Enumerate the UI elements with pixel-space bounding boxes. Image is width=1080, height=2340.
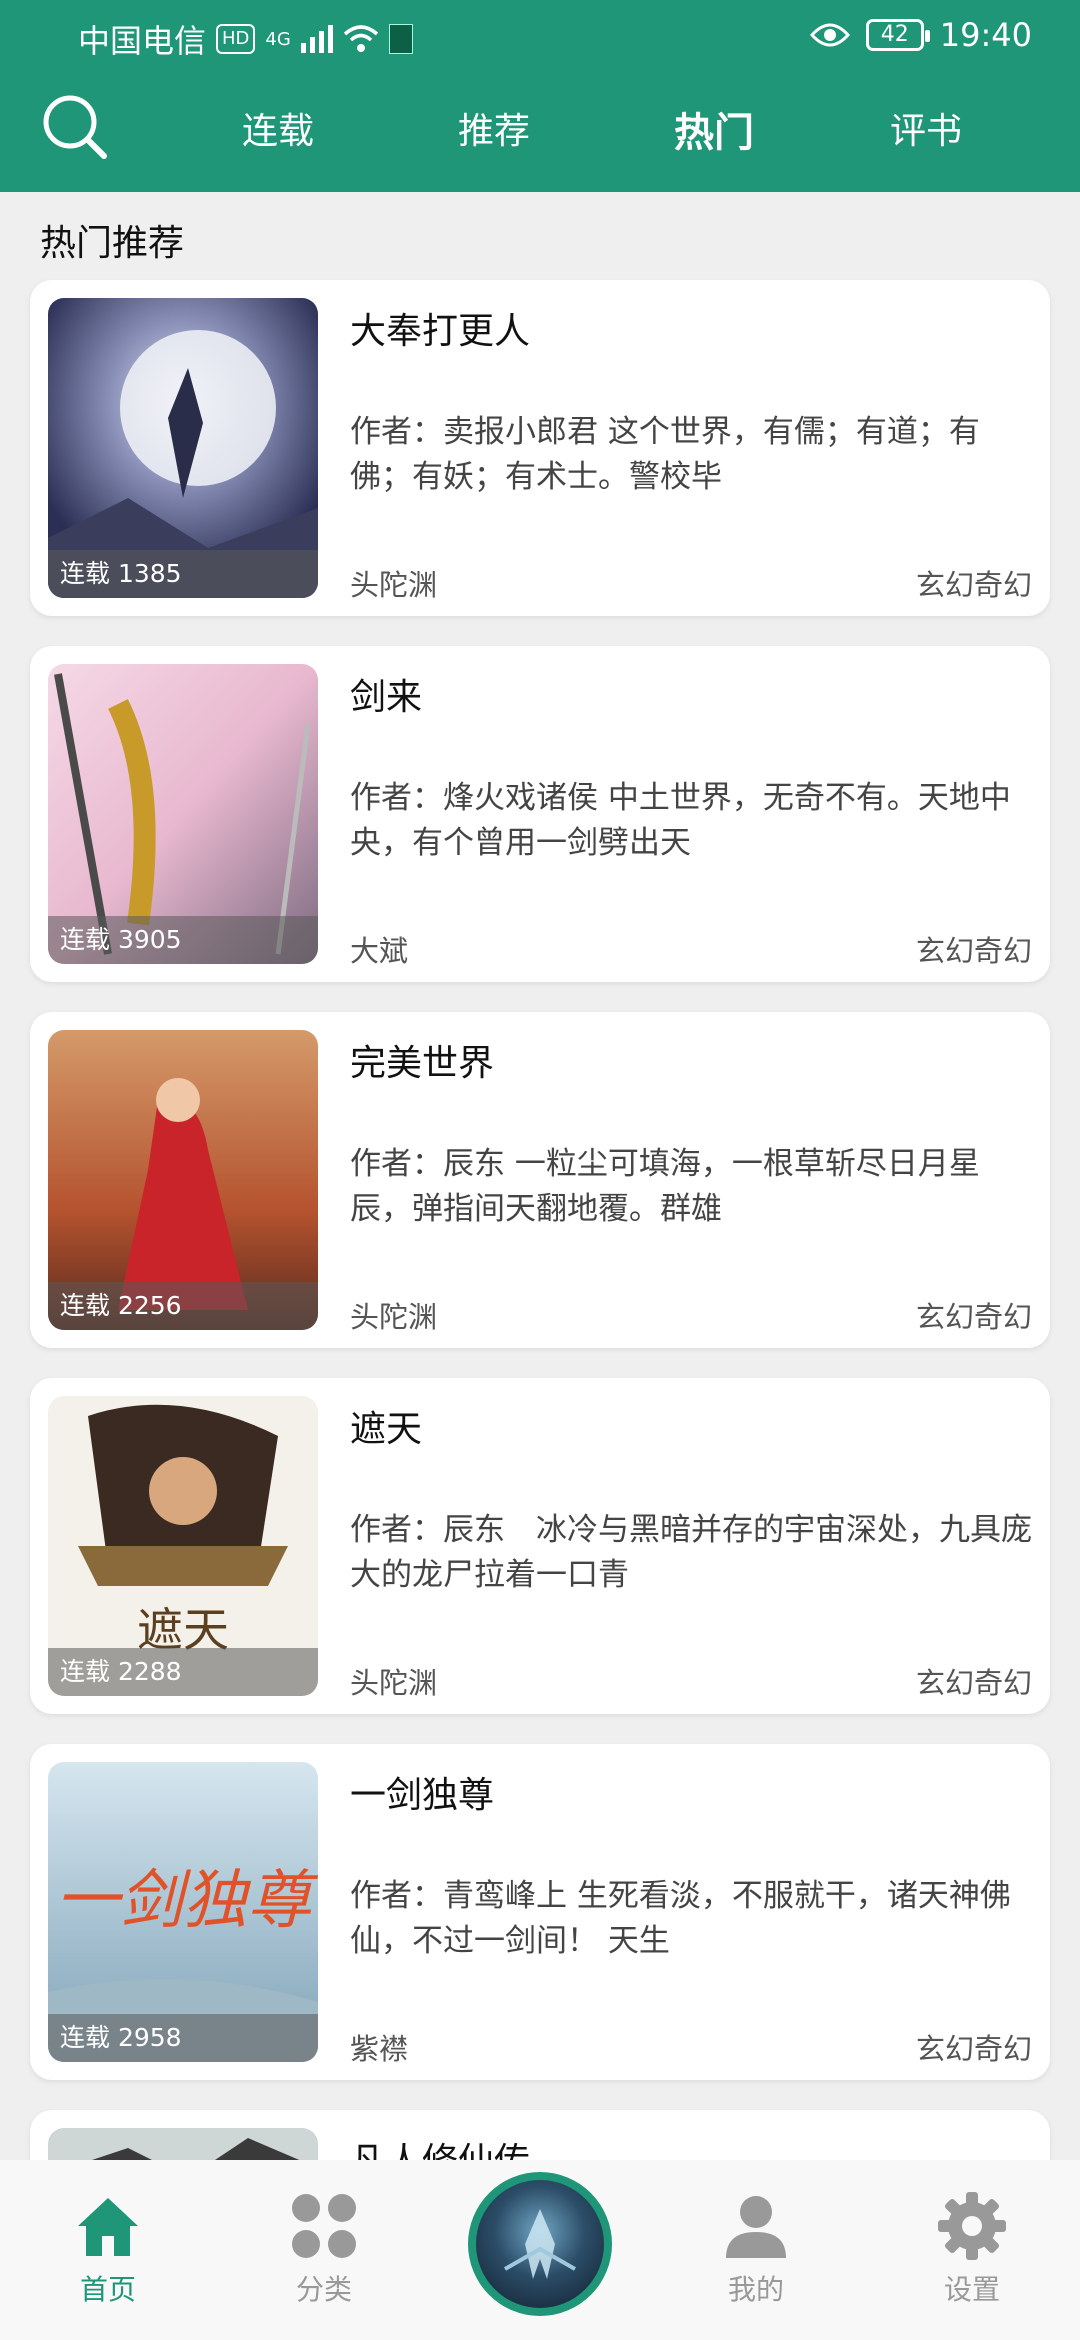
- notification-icon: [388, 24, 413, 54]
- book-cover: 连载 3905: [48, 664, 318, 964]
- status-left: 中国电信 HD 4G: [78, 16, 413, 62]
- search-icon[interactable]: [40, 92, 108, 160]
- nav-settings-label: 设置: [943, 2273, 1000, 2306]
- book-source: 大斌: [350, 934, 409, 968]
- top-tab-bar: 连载 推荐 热门 评书: [0, 92, 1080, 172]
- book-card[interactable]: 连载 3905 剑来 作者：烽火戏诸侯 中土世界，无奇不有。天地中央，有个曾用一…: [30, 646, 1050, 982]
- app-header: 中国电信 HD 4G 42 19:40 连载 推荐 热门 评书: [0, 0, 1080, 192]
- nav-home[interactable]: 首页: [48, 2190, 168, 2308]
- book-description: 作者：烽火戏诸侯 中土世界，无奇不有。天地中央，有个曾用一剑劈出天: [350, 780, 1011, 861]
- book-source: 紫襟: [350, 2032, 409, 2066]
- wifi-icon: [343, 25, 378, 52]
- svg-text:一剑独尊: 一剑独尊: [55, 1864, 318, 1938]
- serial-status: 连载 1385: [48, 550, 318, 598]
- book-cover: 连载 2256: [48, 1030, 318, 1330]
- category-icon: [292, 2194, 356, 2258]
- bottom-nav: 首页 分类 我的 设置: [0, 2160, 1080, 2340]
- emblem-icon: [504, 2209, 576, 2279]
- book-title: 大奉打更人: [350, 311, 531, 352]
- book-description: 作者：青鸾峰上 生死看淡，不服就干，诸天神佛仙，不过一剑间！ 天生: [350, 1878, 1011, 1959]
- book-title: 剑来: [350, 677, 423, 718]
- hd-badge: HD: [216, 24, 256, 54]
- home-icon: [78, 2198, 138, 2256]
- book-description: 作者：辰东 一粒尘可填海，一根草斩尽日月星辰，弹指间天翻地覆。群雄: [350, 1146, 980, 1227]
- book-source: 头陀渊: [350, 1666, 438, 1700]
- status-bar: 中国电信 HD 4G 42 19:40: [0, 0, 1080, 72]
- section-title: 热门推荐: [40, 223, 185, 264]
- nav-category-label: 分类: [295, 2273, 352, 2306]
- book-card[interactable]: 连载 2256 完美世界 作者：辰东 一粒尘可填海，一根草斩尽日月星辰，弹指间天…: [30, 1012, 1050, 1348]
- book-title: 一剑独尊: [350, 1775, 495, 1816]
- book-genre: 玄幻奇幻: [915, 2032, 1032, 2066]
- nav-category[interactable]: 分类: [264, 2190, 384, 2308]
- nav-settings[interactable]: 设置: [912, 2190, 1032, 2308]
- status-right: 42 19:40: [809, 16, 1032, 54]
- network-type: 4G: [265, 28, 291, 50]
- eye-icon: [809, 23, 850, 47]
- book-description: 作者：辰东 冰冷与黑暗并存的宇宙深处，九具庞大的龙尸拉着一口青: [350, 1512, 1032, 1593]
- nav-mine[interactable]: 我的: [696, 2190, 816, 2308]
- tab-serial[interactable]: 连载: [242, 102, 314, 154]
- carrier-name: 中国电信: [78, 22, 207, 60]
- book-card[interactable]: 一剑独尊 连载 2958 一剑独尊 作者：青鸾峰上 生死看淡，不服就干，诸天神佛…: [30, 1744, 1050, 2080]
- book-card[interactable]: 连载 1385 大奉打更人 作者：卖报小郎君 这个世界，有儒；有道；有佛；有妖；…: [30, 280, 1050, 616]
- book-genre: 玄幻奇幻: [915, 934, 1032, 968]
- nav-mine-label: 我的: [727, 2273, 784, 2306]
- serial-status: 连载 2288: [48, 1648, 318, 1696]
- book-source: 头陀渊: [350, 1300, 438, 1334]
- now-playing-cover: [476, 2180, 604, 2308]
- tab-hot[interactable]: 热门: [674, 100, 754, 158]
- now-playing-button[interactable]: [468, 2172, 612, 2316]
- book-genre: 玄幻奇幻: [915, 568, 1032, 602]
- book-genre: 玄幻奇幻: [915, 1300, 1032, 1334]
- tab-recommend[interactable]: 推荐: [458, 102, 530, 154]
- book-genre: 玄幻奇幻: [915, 1666, 1032, 1700]
- serial-status: 连载 2256: [48, 1282, 318, 1330]
- gear-icon: [938, 2192, 1006, 2260]
- book-cover: 连载 1385: [48, 298, 318, 598]
- book-description: 作者：卖报小郎君 这个世界，有儒；有道；有佛；有妖；有术士。警校毕: [350, 414, 980, 495]
- book-source: 头陀渊: [350, 568, 438, 602]
- user-icon: [726, 2196, 786, 2258]
- book-title: 遮天: [350, 1409, 423, 1450]
- battery-icon: 42: [865, 19, 930, 51]
- serial-status: 连载 3905: [48, 916, 318, 964]
- book-title: 完美世界: [350, 1043, 495, 1084]
- book-cover: 遮天 连载 2288: [48, 1396, 318, 1696]
- tab-storytelling[interactable]: 评书: [890, 102, 962, 154]
- serial-status: 连载 2958: [48, 2014, 318, 2062]
- signal-icon: [300, 25, 333, 53]
- clock: 19:40: [939, 16, 1032, 54]
- book-card[interactable]: 遮天 连载 2288 遮天 作者：辰东 冰冷与黑暗并存的宇宙深处，九具庞大的龙尸…: [30, 1378, 1050, 1714]
- nav-home-label: 首页: [79, 2273, 136, 2306]
- book-cover: 一剑独尊 连载 2958: [48, 1762, 318, 2062]
